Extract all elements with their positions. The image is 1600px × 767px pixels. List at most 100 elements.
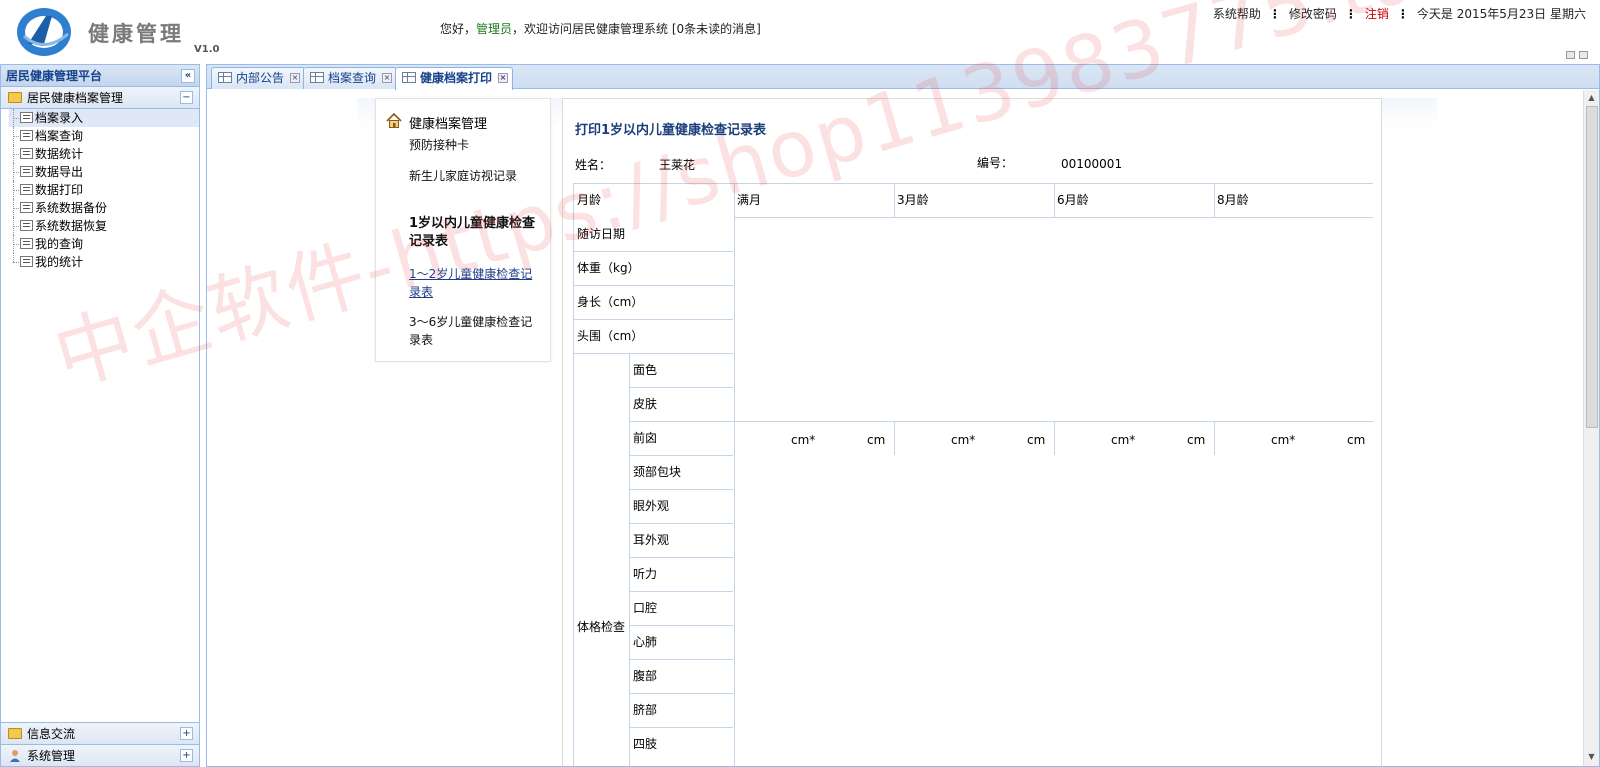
- fontanel-unit-a: cm*: [791, 433, 816, 447]
- sidebar-bottom-groups: 信息交流 + 系统管理 +: [1, 722, 199, 766]
- exam-row-ears: 耳外观: [633, 533, 670, 547]
- sidebar-item-label: 档案录入: [35, 111, 84, 125]
- tab-health-record-print[interactable]: 健康档案打印 ×: [395, 67, 514, 90]
- table-border: [1054, 183, 1055, 217]
- table-border: [734, 217, 1373, 218]
- exam-row-heart-lungs: 心肺: [633, 635, 658, 649]
- sidebar-item-export[interactable]: 数据导出: [9, 163, 199, 181]
- table-border: [629, 693, 733, 694]
- table-border: [1054, 421, 1055, 455]
- sidebar-item-record-query[interactable]: 档案查询: [9, 127, 199, 145]
- accordion-info-exchange[interactable]: 信息交流 +: [1, 722, 199, 744]
- window-buttons: [1562, 48, 1588, 62]
- sidebar-item-my-queries[interactable]: 我的查询: [9, 235, 199, 253]
- header: 健康管理 V1.0 您好，管理员，欢迎访问居民健康管理系统 [0条未读的消息] …: [0, 0, 1600, 62]
- table-icon: [218, 72, 232, 83]
- scroll-down-icon[interactable]: ▼: [1586, 752, 1597, 763]
- scroll-up-icon[interactable]: ▲: [1586, 93, 1597, 104]
- table-border: [629, 727, 733, 728]
- fontanel-unit-a: cm*: [951, 433, 976, 447]
- menu-item-1-2-checkup[interactable]: 1～2岁儿童健康检查记录表: [409, 265, 539, 301]
- table-border: [573, 285, 733, 286]
- collapse-sidebar-icon[interactable]: «: [181, 69, 195, 83]
- close-icon[interactable]: ×: [290, 73, 301, 83]
- tree-line: [13, 226, 19, 227]
- table-border: [894, 421, 895, 455]
- logo-emblem-icon: [17, 8, 71, 56]
- sidebar-title: 居民健康管理平台: [6, 69, 103, 83]
- menu-item-3-6-checkup[interactable]: 3～6岁儿童健康检查记录表: [409, 313, 539, 349]
- exam-row-hearing: 听力: [633, 567, 658, 581]
- sidebar-header: 居民健康管理平台 «: [1, 65, 199, 87]
- tree-line: [13, 253, 14, 262]
- fontanel-unit-a: cm*: [1271, 433, 1296, 447]
- tree-line: [13, 208, 19, 209]
- scrollbar-thumb[interactable]: [1586, 106, 1598, 428]
- maximize-icon[interactable]: [1579, 51, 1588, 59]
- form-icon: [20, 184, 33, 195]
- tree-line: [13, 136, 19, 137]
- fontanel-unit-b: cm: [1027, 433, 1046, 447]
- sidebar-item-restore[interactable]: 系统数据恢复: [9, 217, 199, 235]
- expand-group-icon[interactable]: +: [180, 749, 193, 762]
- table-border: [629, 625, 733, 626]
- fontanel-unit-b: cm: [867, 433, 886, 447]
- exam-row-eyes: 眼外观: [633, 499, 670, 513]
- expand-group-icon[interactable]: +: [180, 727, 193, 740]
- id-label: 编号：: [977, 156, 1014, 170]
- header-month-age: 月龄: [577, 193, 602, 207]
- table-border: [629, 489, 733, 490]
- collapse-group-icon[interactable]: −: [180, 91, 193, 104]
- table-border: [573, 353, 733, 354]
- table-border: [629, 455, 733, 456]
- id-value: 00100001: [1061, 157, 1123, 171]
- welcome-message: 您好，管理员，欢迎访问居民健康管理系统 [0条未读的消息]: [440, 20, 761, 37]
- menu-item-vaccination-card[interactable]: 预防接种卡: [409, 136, 539, 154]
- tab-content: 健康档案管理 预防接种卡 新生儿家庭访视记录 1岁以内儿童健康检查记录表 1～2…: [207, 90, 1599, 766]
- exam-row-mouth: 口腔: [633, 601, 658, 615]
- tab-announcements[interactable]: 内部公告 ×: [211, 67, 306, 89]
- row-visit-date: 随访日期: [577, 227, 626, 241]
- tab-bar: 内部公告 × 档案查询 × 健康档案打印 ×: [207, 65, 1599, 90]
- change-password-link[interactable]: 修改密码: [1289, 7, 1337, 21]
- accordion-system-management[interactable]: 系统管理 +: [1, 744, 199, 766]
- tree-line: [13, 262, 19, 263]
- table-border: [1214, 183, 1215, 217]
- menu-item-under-1-checkup[interactable]: 1岁以内儿童健康检查记录表: [409, 215, 539, 251]
- form-icon: [20, 238, 33, 249]
- sidebar-item-my-stats[interactable]: 我的统计: [9, 253, 199, 271]
- sidebar-item-label: 我的查询: [35, 237, 84, 251]
- sidebar-item-print[interactable]: 数据打印: [9, 181, 199, 199]
- close-icon[interactable]: ×: [498, 73, 509, 83]
- sidebar-item-label: 数据导出: [35, 165, 84, 179]
- row-head-circumference: 头围（cm）: [577, 329, 644, 343]
- folder-icon: [8, 92, 22, 103]
- minimize-icon[interactable]: [1566, 51, 1575, 59]
- fontanel-unit-b: cm: [1347, 433, 1366, 447]
- tab-record-query[interactable]: 档案查询 ×: [303, 67, 398, 89]
- table-border: [629, 421, 1373, 422]
- header-col-4: 8月龄: [1217, 193, 1249, 207]
- sidebar-item-backup[interactable]: 系统数据备份: [9, 199, 199, 217]
- exam-row-abdomen: 腹部: [633, 669, 658, 683]
- form-icon: [20, 202, 33, 213]
- tree-line: [13, 154, 19, 155]
- help-link[interactable]: 系统帮助: [1213, 7, 1261, 21]
- sidebar-item-record-entry[interactable]: 档案录入: [9, 109, 199, 127]
- form-icon: [20, 130, 33, 141]
- header-col-2: 3月龄: [897, 193, 929, 207]
- close-icon[interactable]: ×: [382, 73, 393, 83]
- separator: ⋮: [1268, 7, 1281, 21]
- record-type-menu: 健康档案管理 预防接种卡 新生儿家庭访视记录 1岁以内儿童健康检查记录表 1～2…: [375, 98, 551, 362]
- menu-item-newborn-visit[interactable]: 新生儿家庭访视记录: [409, 167, 539, 185]
- accordion-health-records[interactable]: 居民健康档案管理 −: [1, 87, 199, 109]
- separator: ⋮: [1396, 7, 1409, 21]
- top-links: 系统帮助 ⋮ 修改密码 ⋮ 注销 ⋮ 今天是 2015年5月23日 星期六: [1213, 5, 1586, 22]
- sidebar-item-label: 数据打印: [35, 183, 84, 197]
- greeting-prefix: 您好，: [440, 22, 477, 36]
- logout-link[interactable]: 注销: [1365, 7, 1389, 21]
- exam-row-limbs: 四肢: [633, 737, 658, 751]
- sidebar-item-label: 系统数据备份: [35, 201, 108, 215]
- sidebar-item-statistics[interactable]: 数据统计: [9, 145, 199, 163]
- vertical-scrollbar[interactable]: ▲ ▼: [1583, 90, 1599, 766]
